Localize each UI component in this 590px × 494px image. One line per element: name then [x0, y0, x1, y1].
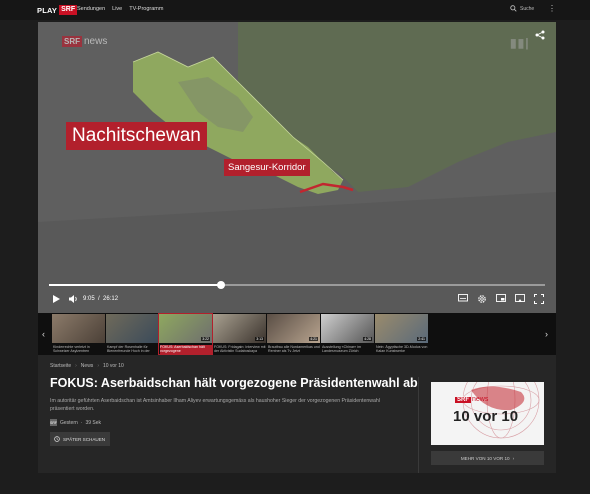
- watermark-channel: news: [84, 36, 108, 47]
- thumbnail-caption: Brautfrau alle Nordamerikas und Rentner …: [268, 345, 320, 354]
- time-display: 9:05 / 26:12: [83, 296, 118, 302]
- time-current: 9:05: [83, 296, 95, 302]
- related-video-item[interactable]: 2:41 Nein: Ägyptische 3D-Modus von Kalan…: [375, 314, 428, 354]
- volume-icon[interactable]: [68, 294, 79, 304]
- thumbnail-caption: Nein: Ägyptische 3D-Modus von Kalan Kuns…: [376, 345, 428, 354]
- watch-later-button[interactable]: SPÄTER SCHAUEN: [50, 432, 110, 446]
- top-navigation: PLAY SRF Sendungen Live TV-Programm Such…: [0, 0, 590, 20]
- clock-icon: [54, 436, 60, 442]
- map-label-corridor: Sangesur-Korridor: [224, 159, 310, 176]
- thumbnail-duration: 4:28: [363, 337, 372, 341]
- strip-prev-arrow-icon[interactable]: ‹: [42, 329, 45, 339]
- play-icon[interactable]: [52, 294, 61, 304]
- progress-fill: [49, 284, 222, 286]
- chevron-right-icon: ›: [512, 455, 515, 461]
- picture-in-picture-icon[interactable]: [496, 294, 506, 303]
- time-separator: /: [96, 296, 102, 302]
- meta-date: Gestern: [60, 419, 78, 426]
- related-video-item[interactable]: 4:21 Brautfrau alle Nordamerikas und Ren…: [267, 314, 320, 354]
- breadcrumb-separator-icon: ›: [97, 363, 99, 369]
- related-video-item-active[interactable]: 3:22 FOKUS: Aserbaidschan hält vorgezoge…: [158, 313, 213, 355]
- nav-link-sendungen[interactable]: Sendungen: [77, 6, 105, 12]
- watermark-brand: SRF: [62, 36, 82, 47]
- more-from-show-label: MEHR VON 10 VOR 10: [460, 455, 510, 461]
- breadcrumb-separator-icon: ›: [75, 363, 77, 369]
- related-videos-strip: ‹ Kinderrechte verletzt in Schweizer Asy…: [38, 313, 556, 355]
- search-button[interactable]: Suche: [510, 5, 534, 12]
- channel-srf-icon: SRF: [50, 419, 57, 426]
- thumbnail-caption: FOKUS: Fridagain: Interview mit der Akti…: [214, 345, 266, 354]
- thumbnail-caption: Kampf der Rosenhalle für Bienenfreunde H…: [107, 345, 150, 354]
- related-video-item[interactable]: Kampf der Rosenhalle für Bienenfreunde H…: [106, 314, 159, 354]
- related-video-item[interactable]: Kinderrechte verletzt in Schweizer Asylz…: [52, 314, 105, 354]
- related-video-item[interactable]: 3:13 FOKUS: Fridagain: Interview mit der…: [213, 314, 266, 354]
- subtitles-icon[interactable]: [458, 294, 468, 303]
- more-from-show-button[interactable]: MEHR VON 10 VOR 10 ›: [431, 451, 544, 465]
- show-thumbnail-10-vor-10[interactable]: SRF news 10 vor 10: [431, 382, 544, 445]
- thumbnail-caption: FOKUS: Aserbaidschan hält vorgezogene: [160, 345, 212, 354]
- show-channel: news: [472, 396, 489, 403]
- video-player[interactable]: SRF news ▮▮| Nachitschewan Sangesur-Korr…: [38, 22, 556, 313]
- video-description: Im autoritär geführten Aserbaidschan ist…: [50, 398, 380, 412]
- nav-links: Sendungen Live TV-Programm: [77, 6, 163, 12]
- related-video-item[interactable]: 4:28 Ausstellung «Chinar» im Landesmuseu…: [321, 314, 374, 354]
- breadcrumb-startseite[interactable]: Startseite: [50, 363, 71, 369]
- strip-next-arrow-icon[interactable]: ›: [545, 329, 548, 339]
- cast-icon[interactable]: [515, 294, 525, 303]
- meta-separator: ·: [80, 419, 83, 426]
- fullscreen-icon[interactable]: [534, 294, 544, 304]
- video-meta: SRF Gestern · 39 Sek: [50, 419, 101, 426]
- nav-link-tv-programm[interactable]: TV-Programm: [129, 6, 163, 12]
- logo-srf-text: SRF: [59, 5, 78, 15]
- progress-bar[interactable]: [49, 281, 545, 289]
- search-label: Suche: [520, 5, 535, 12]
- srf-news-watermark: SRF news: [62, 36, 107, 47]
- map-label-region: Nachitschewan: [66, 122, 207, 150]
- show-name: 10 vor 10: [453, 408, 519, 425]
- breadcrumb-show[interactable]: 10 vor 10: [103, 363, 124, 369]
- search-icon: [510, 5, 517, 12]
- breadcrumb: Startseite › News › 10 vor 10: [50, 363, 124, 369]
- show-logo-srf-news: SRF news: [455, 396, 488, 403]
- thumbnail-duration: 3:13: [255, 337, 264, 341]
- more-menu-icon[interactable]: ⋮: [548, 5, 556, 13]
- watch-later-label: SPÄTER SCHAUEN: [63, 436, 106, 442]
- share-icon[interactable]: [535, 30, 545, 40]
- play-srf-logo[interactable]: PLAY SRF: [37, 5, 78, 15]
- nav-link-live[interactable]: Live: [112, 6, 122, 12]
- thumbnail-image: [106, 314, 159, 343]
- thumbnail-caption: Kinderrechte verletzt in Schweizer Asylz…: [53, 345, 90, 354]
- video-title: FOKUS: Aserbaidschan hält vorgezogene Pr…: [50, 376, 418, 390]
- meta-duration: 39 Sek: [85, 419, 102, 426]
- channel-bug-icon: ▮▮|: [510, 36, 530, 50]
- thumbnail-duration: 3:22: [201, 337, 210, 341]
- thumbnail-duration: 2:41: [417, 337, 426, 341]
- show-brand: SRF: [455, 396, 471, 403]
- time-total: 26:12: [103, 296, 119, 302]
- breadcrumb-news[interactable]: News: [81, 363, 94, 369]
- thumbnail-duration: 4:21: [309, 337, 318, 341]
- video-info-panel: Startseite › News › 10 vor 10 FOKUS: Ase…: [38, 355, 556, 473]
- thumbnail-image: [52, 314, 105, 343]
- thumbnail-caption: Ausstellung «Chinar» im Landesmuseum Zür…: [322, 345, 361, 354]
- player-controls: 9:05 / 26:12: [38, 292, 556, 308]
- settings-gear-icon[interactable]: [477, 294, 487, 304]
- divider: [418, 377, 419, 473]
- logo-play-text: PLAY: [37, 5, 58, 15]
